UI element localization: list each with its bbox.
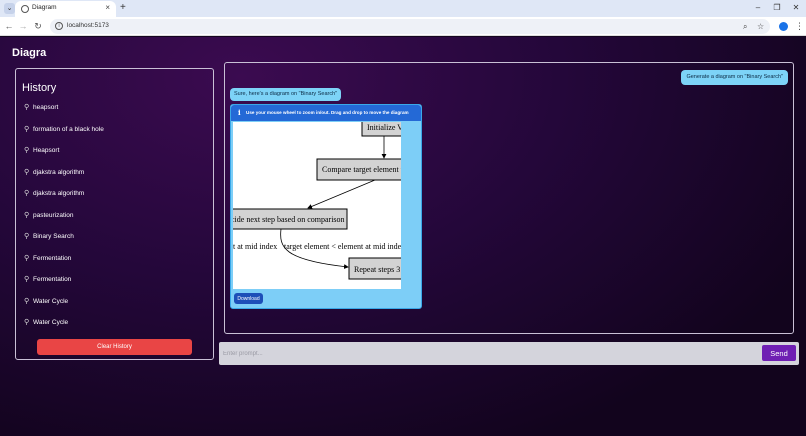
paperclip-icon: ⚲ <box>24 254 30 262</box>
diagram-canvas[interactable]: Initialize V Compare target element w ci… <box>233 122 401 289</box>
diagram-hint-bar: i Use your mouse wheel to zoom in/out. D… <box>231 105 421 121</box>
history-item-label: djakstra algorithm <box>33 168 85 176</box>
history-item[interactable]: ⚲ Water Cycle <box>24 318 204 340</box>
zoom-icon[interactable]: ⌕ <box>743 21 747 32</box>
browser-tab-bar: ⌄ Diagram × + – ❐ ✕ <box>0 0 806 17</box>
browser-toolbar: ← → ↻ i localhost:5173 ⌕ ☆ ⋮ <box>0 17 806 36</box>
paperclip-icon: ⚲ <box>24 211 30 219</box>
paperclip-icon: ⚲ <box>24 147 30 154</box>
history-item[interactable]: ⚲ pasteurization <box>24 211 204 233</box>
history-item-label: Fermentation <box>33 276 72 283</box>
tab-title: Diagram <box>32 4 57 11</box>
download-button[interactable]: Download <box>234 293 263 304</box>
history-title: History <box>22 82 57 94</box>
tab-search-icon[interactable]: ⌄ <box>4 3 15 14</box>
bot-message-bubble: Sure, here's a diagram on "Binary Search… <box>230 88 342 101</box>
reload-icon[interactable]: ↻ <box>32 20 44 32</box>
back-icon[interactable]: ← <box>3 20 15 32</box>
browser-menu-icon[interactable]: ⋮ <box>795 21 804 31</box>
history-item[interactable]: ⚲ Fermentation <box>24 254 204 276</box>
history-item[interactable]: ⚲ Binary Search <box>24 232 204 254</box>
paperclip-icon: ⚲ <box>24 233 30 240</box>
prompt-input[interactable] <box>223 346 759 361</box>
url-text[interactable]: localhost:5173 <box>67 22 109 29</box>
app-title: Diagra <box>12 47 47 59</box>
history-item-label: Fermentation <box>33 254 72 262</box>
node-compare-label: Compare target element w <box>322 165 401 174</box>
node-repeat-label: Repeat steps 3 a <box>354 265 401 274</box>
edge-label-left: t at mid index <box>233 242 277 251</box>
history-item-label: formation of a black hole <box>33 125 104 133</box>
paperclip-icon: ⚲ <box>24 319 30 326</box>
history-item[interactable]: ⚲ formation of a black hole <box>24 125 204 147</box>
node-decide-label: cide next step based on comparison <box>233 215 345 224</box>
paperclip-icon: ⚲ <box>24 168 30 176</box>
paperclip-icon: ⚲ <box>24 104 30 111</box>
history-item-label: Water Cycle <box>33 297 69 305</box>
prompt-bar: Send <box>219 342 799 365</box>
app-root: Diagra History ⚲ heapsort ⚲ formation of a… <box>0 37 806 436</box>
paperclip-icon: ⚲ <box>24 297 30 305</box>
restore-icon[interactable]: ❐ <box>771 2 783 14</box>
paperclip-icon: ⚲ <box>24 276 30 283</box>
history-item[interactable]: ⚲ djakstra algorithm <box>24 168 204 190</box>
browser-tab[interactable]: Diagram × <box>15 1 116 17</box>
info-icon: i <box>238 108 241 117</box>
flowchart-svg[interactable]: Initialize V Compare target element w ci… <box>233 122 401 289</box>
history-item-label: Water Cycle <box>33 319 69 326</box>
chat-panel: Generate a diagram on "Binary Search" Su… <box>224 62 794 334</box>
history-item-label: Binary Search <box>33 233 74 240</box>
minimize-icon[interactable]: – <box>752 2 764 14</box>
send-button[interactable]: Send <box>762 345 796 361</box>
paperclip-icon: ⚲ <box>24 125 30 133</box>
clear-history-button[interactable]: Clear History <box>37 339 192 355</box>
user-message-bubble: Generate a diagram on "Binary Search" <box>681 70 788 85</box>
window-close-icon[interactable]: ✕ <box>790 2 802 14</box>
site-info-icon[interactable]: i <box>55 22 63 30</box>
history-item-label: heapsort <box>33 104 59 111</box>
profile-icon[interactable] <box>779 22 788 31</box>
history-item-label: djakstra algorithm <box>33 190 85 197</box>
globe-icon <box>21 5 29 13</box>
history-item[interactable]: ⚲ Water Cycle <box>24 297 204 319</box>
paperclip-icon: ⚲ <box>24 190 30 197</box>
diagram-hint-text: Use your mouse wheel to zoom in/out. Dra… <box>246 110 409 115</box>
node-initialize-label: Initialize V <box>367 123 401 132</box>
edge-compare-decide <box>307 179 376 209</box>
history-list: ⚲ heapsort ⚲ formation of a black hole ⚲ He… <box>24 103 204 340</box>
history-item[interactable]: ⚲ djakstra algorithm <box>24 189 204 211</box>
history-item[interactable]: ⚲ heapsort <box>24 103 204 125</box>
bookmark-star-icon[interactable]: ☆ <box>757 21 764 32</box>
history-panel: History ⚲ heapsort ⚲ formation of a black … <box>15 68 214 360</box>
history-item-label: Heapsort <box>33 147 60 154</box>
close-tab-icon[interactable]: × <box>105 3 110 12</box>
history-item-label: pasteurization <box>33 211 74 219</box>
history-item[interactable]: ⚲ Heapsort <box>24 146 204 168</box>
new-tab-icon[interactable]: + <box>120 2 126 14</box>
diagram-card: i Use your mouse wheel to zoom in/out. D… <box>230 104 422 309</box>
forward-icon[interactable]: → <box>17 20 29 32</box>
history-item[interactable]: ⚲ Fermentation <box>24 275 204 297</box>
address-bar[interactable]: i localhost:5173 ⌕ ☆ <box>50 19 770 34</box>
edge-label-right: target element < element at mid index <box>284 242 401 251</box>
